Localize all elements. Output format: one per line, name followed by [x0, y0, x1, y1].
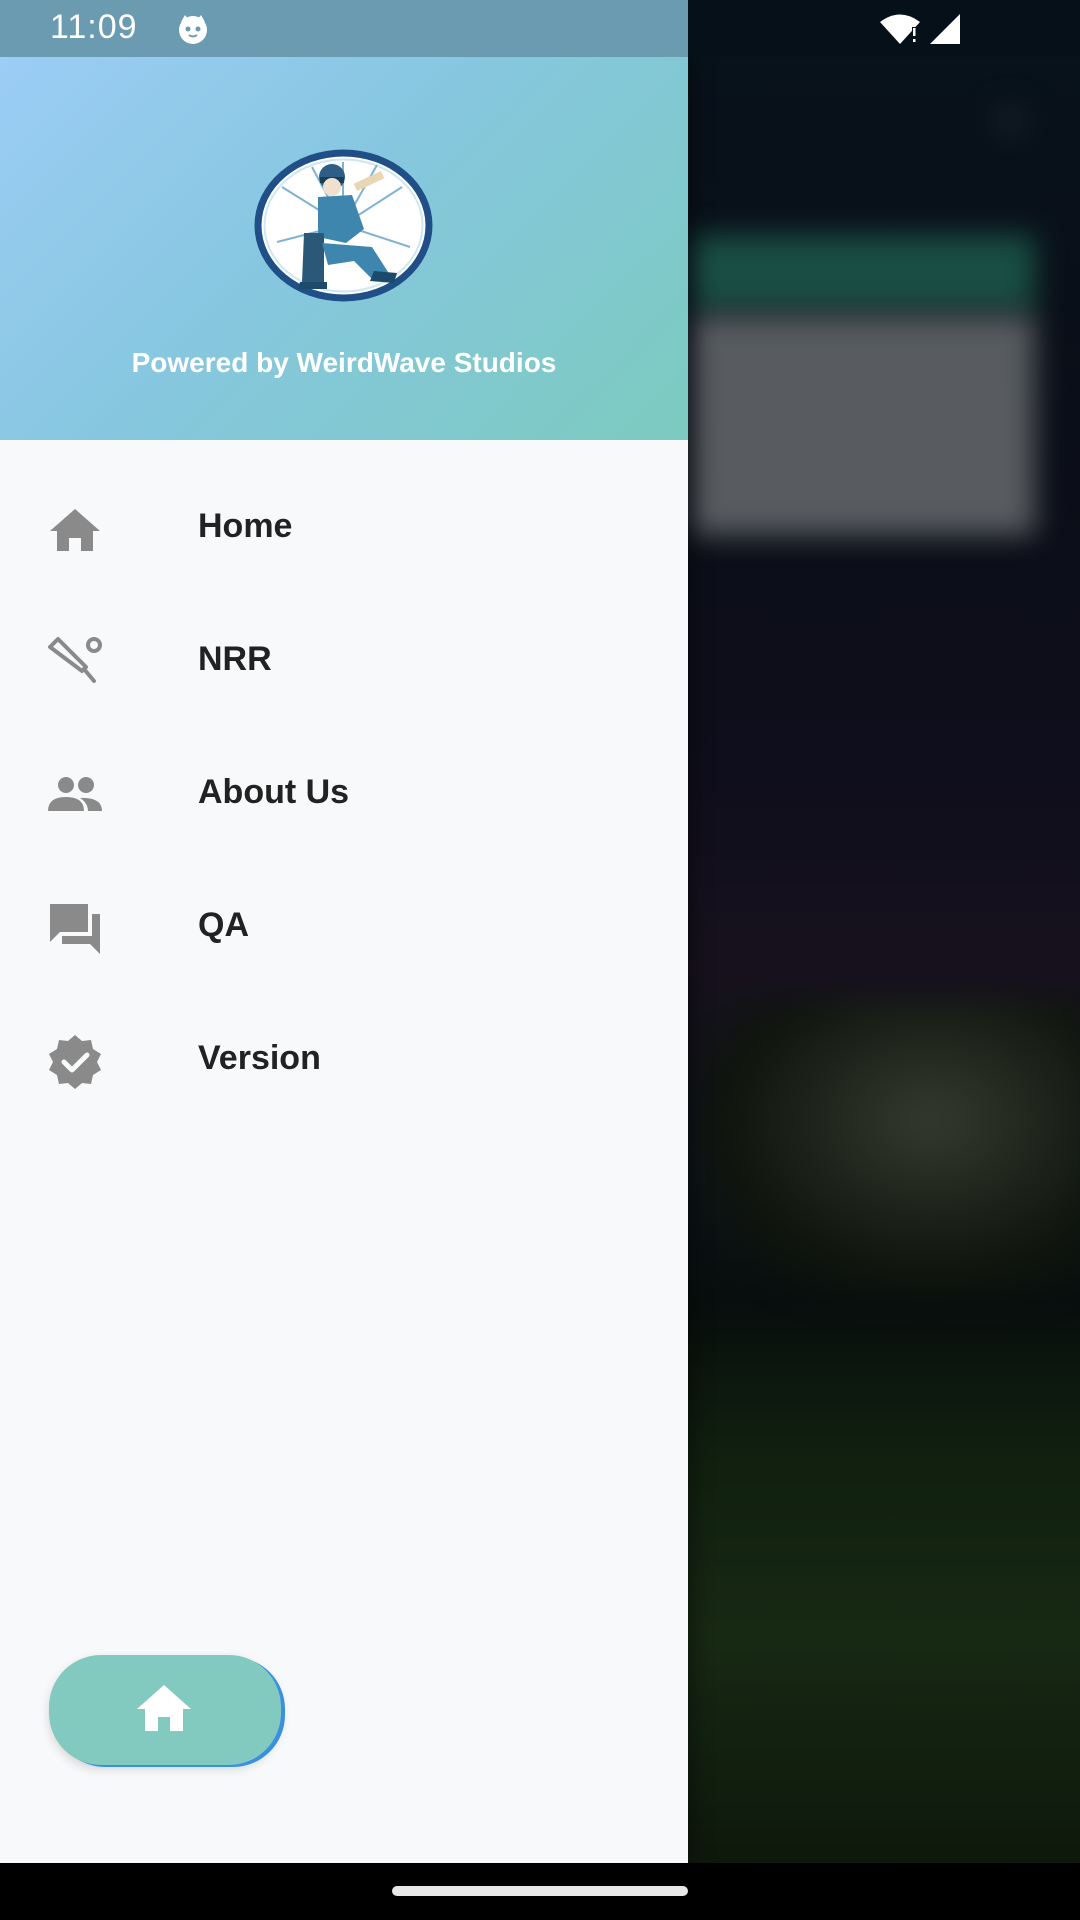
menu-item-label: About Us	[198, 773, 350, 811]
menu-item-label: Home	[198, 507, 293, 545]
menu-item-label: QA	[198, 906, 249, 944]
navigation-drawer: Powered by WeirdWave Studios Home NRR Ab…	[0, 57, 688, 1863]
forum-icon	[50, 904, 100, 954]
cricket-batsman-logo	[254, 149, 433, 302]
menu-item-home[interactable]: Home	[0, 463, 688, 596]
menu-item-label: Version	[198, 1039, 321, 1077]
verified-badge-icon	[49, 1035, 101, 1089]
system-navigation-bar	[0, 1863, 1080, 1920]
powered-by-text: Powered by WeirdWave Studios	[131, 347, 557, 378]
menu-item-qa[interactable]: QA	[0, 862, 688, 995]
home-button[interactable]	[49, 1655, 281, 1765]
status-bar: 11:09	[0, 0, 1080, 57]
home-icon	[137, 1685, 191, 1731]
cricket-bat-icon	[48, 637, 102, 683]
signal-icon	[930, 14, 960, 44]
drawer-menu: Home NRR About Us QA Version	[0, 463, 688, 1128]
cat-icon	[179, 15, 207, 44]
gesture-handle[interactable]	[392, 1886, 688, 1896]
menu-item-nrr[interactable]: NRR	[0, 596, 688, 729]
wifi-alert-icon	[880, 14, 920, 44]
menu-item-label: NRR	[198, 640, 272, 678]
menu-item-version[interactable]: Version	[0, 995, 688, 1128]
people-icon	[48, 777, 102, 811]
home-icon	[50, 509, 100, 551]
menu-item-about-us[interactable]: About Us	[0, 729, 688, 862]
drawer-header: Powered by WeirdWave Studios	[0, 57, 688, 440]
status-time: 11:09	[50, 8, 138, 46]
